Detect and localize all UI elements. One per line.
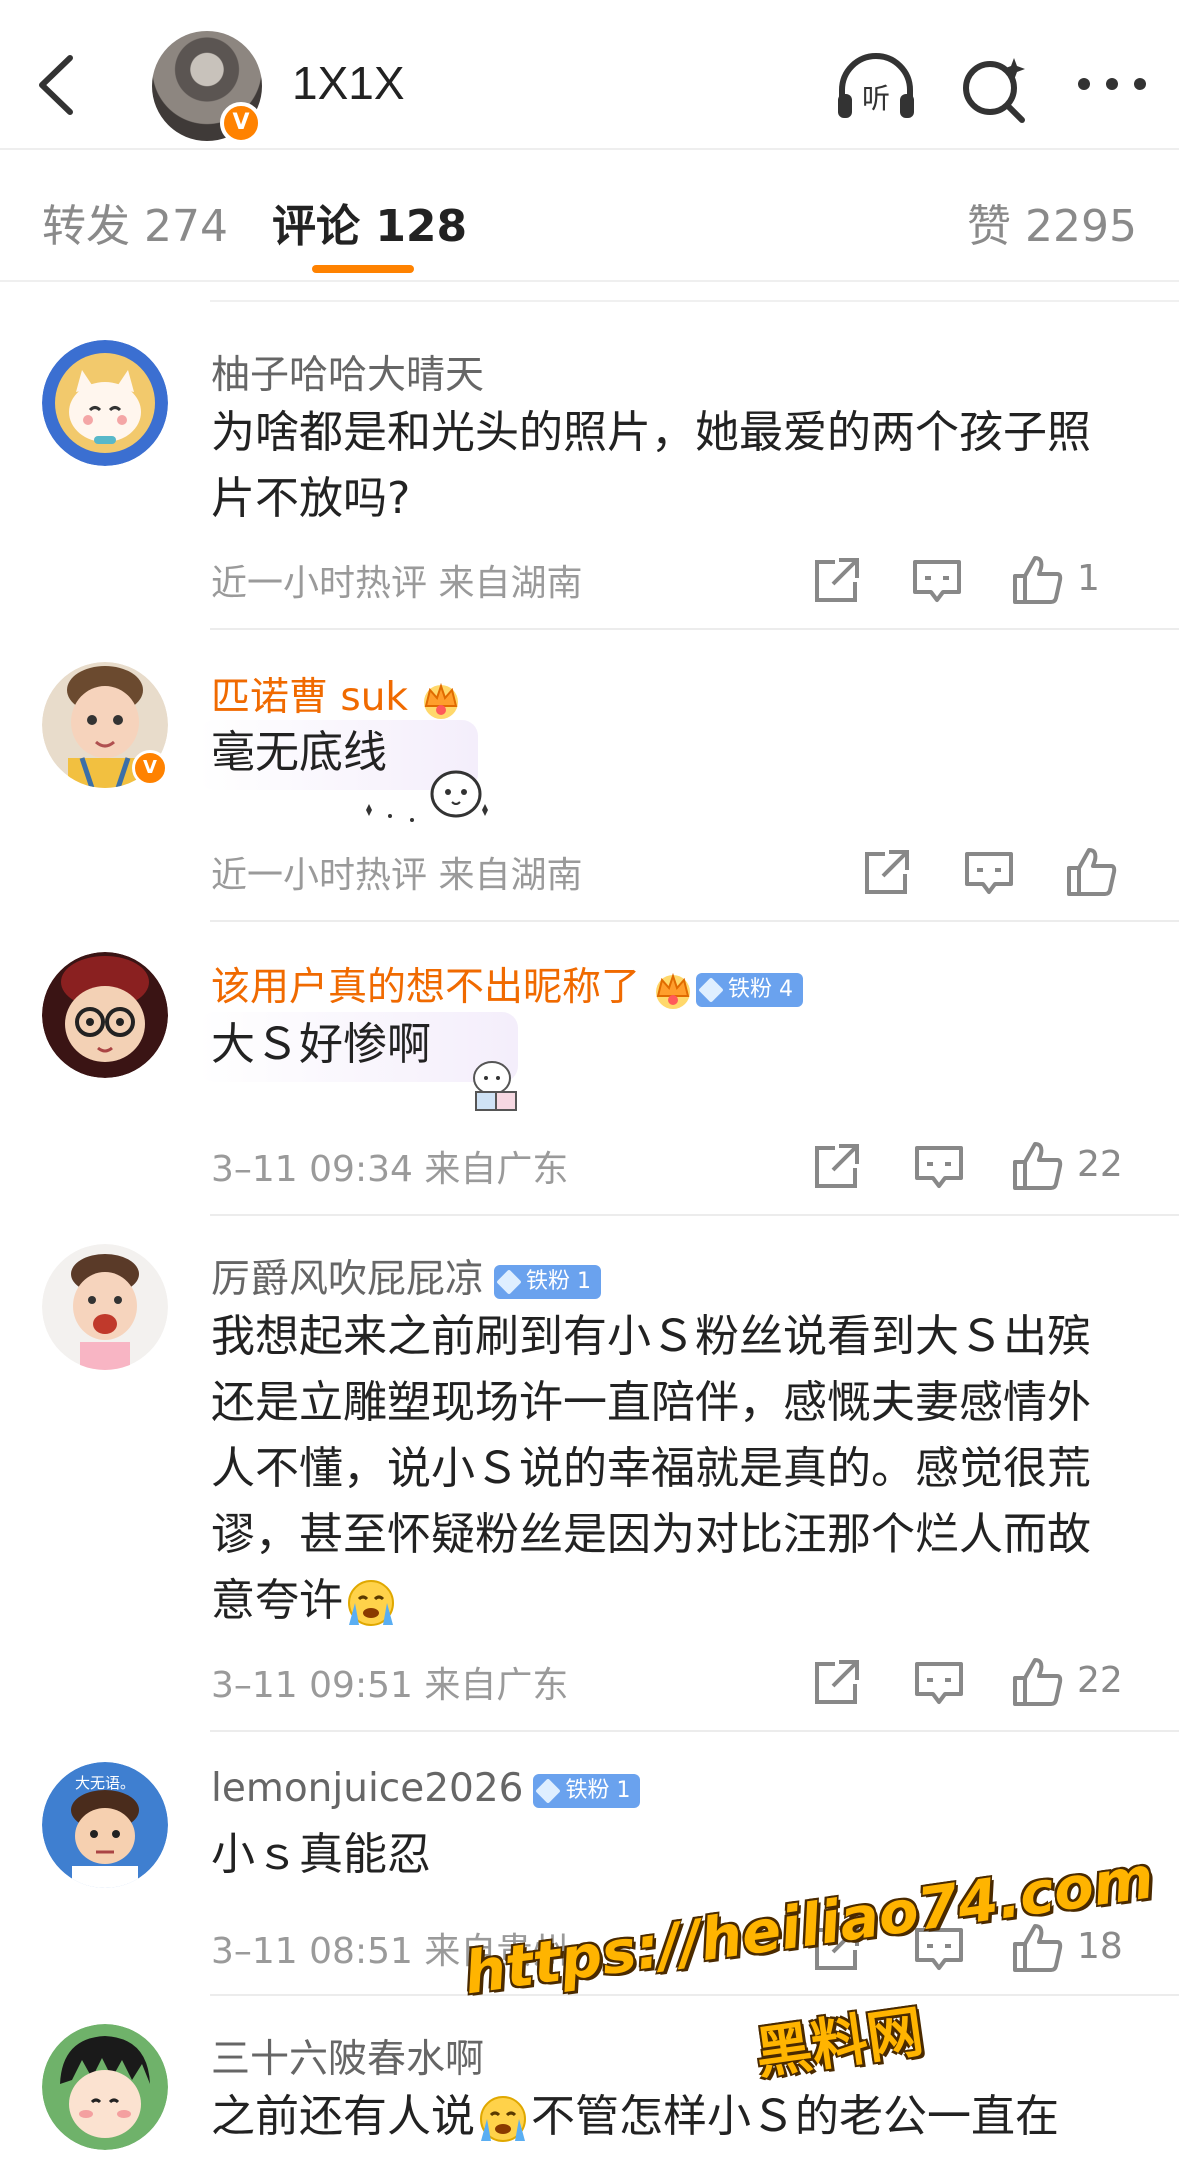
fan-badge: 铁粉 1	[533, 1773, 641, 1808]
crying-emoji-icon	[480, 2096, 526, 2142]
like-count: 22	[1077, 1144, 1123, 1185]
watermark-site-name: 黑料网	[751, 1999, 928, 2088]
top-bar: V 1X1X 听	[0, 0, 1179, 150]
tab-likes[interactable]: 赞 2295	[967, 190, 1137, 254]
comment-icon[interactable]	[961, 844, 1017, 900]
commenter-avatar[interactable]	[42, 952, 168, 1078]
divider	[210, 1730, 1179, 1732]
comment-text[interactable]: 为啥都是和光头的照片，她最爱的两个孩子照片不放吗?	[211, 400, 1131, 532]
svg-text:大无语。: 大无语。	[75, 1774, 135, 1792]
fan-badge: 铁粉 4	[696, 972, 804, 1007]
diamond-icon	[535, 1777, 562, 1804]
tab-repost[interactable]: 转发 274	[42, 190, 228, 254]
vip-crown-icon	[656, 972, 691, 1009]
commenter-name-text[interactable]: 该用户真的想不出昵称了	[211, 965, 640, 1010]
detail-tabs: 转发 274 评论 128 赞 2295	[0, 150, 1179, 282]
share-icon[interactable]	[809, 1138, 865, 1194]
like-icon[interactable]	[1009, 1654, 1065, 1710]
bubble-sticker-icon	[366, 770, 488, 822]
divider	[210, 300, 1179, 302]
comment-meta: 近一小时热评 来自湖南	[211, 563, 583, 604]
fan-badge: 铁粉 1	[494, 1264, 602, 1299]
share-icon[interactable]	[859, 844, 915, 900]
comment-icon[interactable]	[909, 552, 965, 608]
comment-text-content[interactable]: 不管怎样小Ｓ的老公一直在	[531, 2091, 1059, 2142]
tab-comments[interactable]: 评论 128	[272, 190, 467, 254]
fan-badge-label: 铁粉 1	[565, 1777, 631, 1803]
commenter-name-text[interactable]: 厉爵风吹屁屁凉	[211, 1257, 484, 1302]
commenter-avatar[interactable]: 大无语。	[42, 1762, 168, 1888]
diamond-icon	[698, 976, 724, 1003]
back-icon[interactable]	[30, 50, 90, 120]
commenter-avatar[interactable]	[42, 1244, 168, 1370]
like-count: 1	[1077, 558, 1100, 599]
vip-crown-icon	[424, 682, 459, 719]
commenter-name[interactable]: 三十六陂春水啊	[211, 2028, 484, 2084]
like-count: 22	[1077, 1660, 1123, 1701]
comment-text[interactable]: 毫无底线	[211, 720, 1131, 786]
comment-text[interactable]: 之前还有人说 不管怎样小Ｓ的老公一直在	[211, 2084, 1131, 2150]
divider	[210, 1214, 1179, 1216]
svg-text:听: 听	[862, 82, 890, 115]
commenter-name-text[interactable]: lemonjuice2026	[211, 1766, 523, 1811]
comment-meta: 3–11 09:51 来自广东	[211, 1665, 569, 1706]
comment-icon[interactable]	[911, 1920, 967, 1976]
active-tab-indicator	[312, 265, 414, 273]
listen-icon[interactable]: 听	[834, 50, 918, 124]
comment-text-content[interactable]: 之前还有人说	[211, 2091, 475, 2142]
comment-meta: 3–11 08:51 来自贵州	[211, 1931, 569, 1972]
comment-icon[interactable]	[911, 1654, 967, 1710]
comment-meta: 近一小时热评 来自湖南	[211, 855, 583, 896]
share-icon[interactable]	[809, 1654, 865, 1710]
commenter-name[interactable]: 该用户真的想不出昵称了 铁粉 4	[211, 956, 804, 1012]
crying-emoji-icon	[348, 1580, 394, 1626]
commenter-name[interactable]: lemonjuice2026 铁粉 1	[211, 1766, 641, 1811]
verified-icon: V	[220, 102, 262, 144]
comment-text[interactable]: 大Ｓ好惨啊	[211, 1012, 1131, 1078]
share-icon[interactable]	[809, 1920, 865, 1976]
like-icon[interactable]	[1009, 552, 1065, 608]
divider	[210, 1994, 1179, 1996]
commenter-avatar[interactable]	[42, 2024, 168, 2150]
like-icon[interactable]	[1063, 844, 1119, 900]
commenter-avatar[interactable]	[42, 340, 168, 466]
author-name[interactable]: 1X1X	[292, 56, 405, 110]
comment-icon[interactable]	[911, 1138, 967, 1194]
search-icon[interactable]	[954, 50, 1038, 124]
fan-badge-label: 铁粉 4	[728, 976, 794, 1002]
divider	[210, 920, 1179, 922]
more-icon[interactable]	[1070, 50, 1154, 124]
comment-text[interactable]: 小ｓ真能忍	[211, 1822, 1131, 1888]
diamond-icon	[496, 1268, 522, 1295]
verified-icon: V	[132, 750, 168, 786]
commenter-name[interactable]: 匹诺曹 suk	[211, 666, 464, 722]
bubble-sticker-icon	[473, 1061, 517, 1111]
comment-text[interactable]: 我想起来之前刷到有小Ｓ粉丝说看到大Ｓ出殡还是立雕塑现场许一直陪伴，感慨夫妻感情外…	[211, 1304, 1131, 1634]
fan-badge-label: 铁粉 1	[526, 1268, 592, 1294]
like-icon[interactable]	[1009, 1138, 1065, 1194]
like-count: 18	[1077, 1926, 1123, 1967]
commenter-name-text[interactable]: 匹诺曹 suk	[211, 675, 408, 720]
like-icon[interactable]	[1009, 1920, 1065, 1976]
commenter-name[interactable]: 柚子哈哈大晴天	[211, 344, 484, 400]
divider	[210, 628, 1179, 630]
share-icon[interactable]	[809, 552, 865, 608]
comment-meta: 3–11 09:34 来自广东	[211, 1149, 569, 1190]
commenter-name[interactable]: 厉爵风吹屁屁凉 铁粉 1	[211, 1248, 602, 1304]
